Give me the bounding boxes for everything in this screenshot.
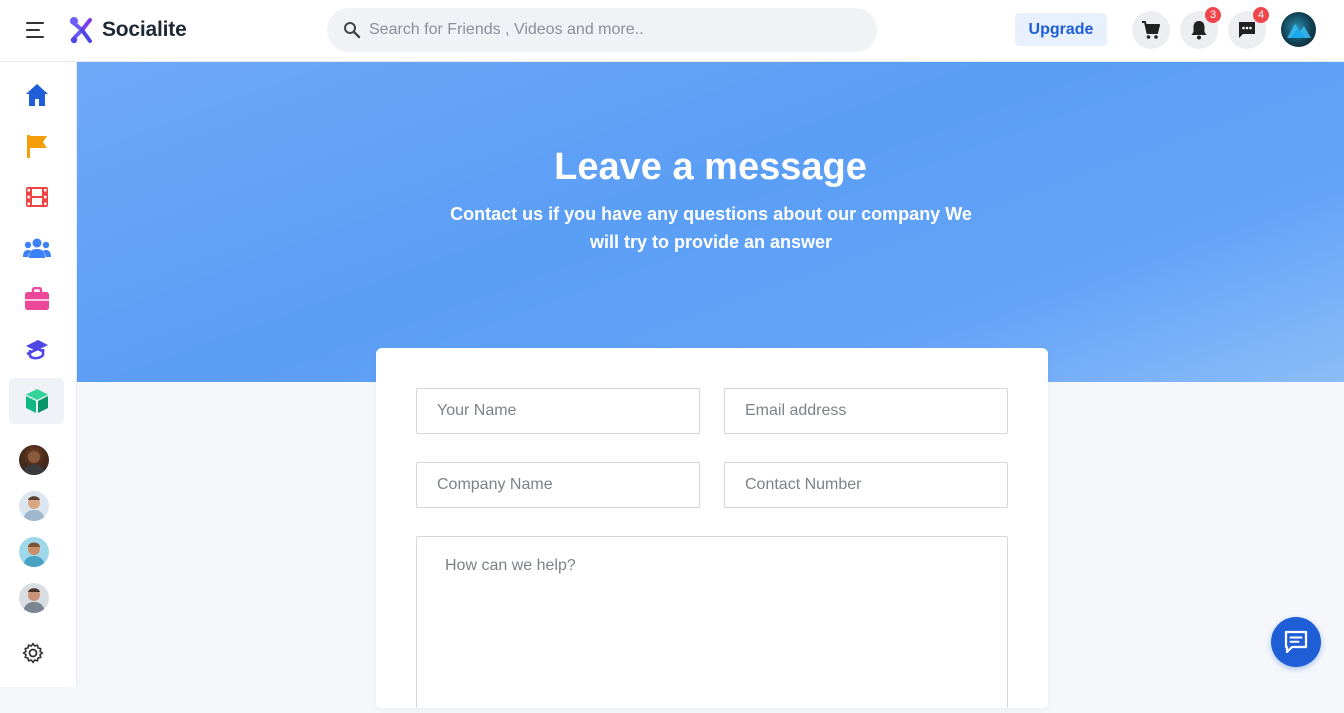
contact-form-card <box>376 348 1048 708</box>
phone-field <box>724 462 1008 508</box>
briefcase-icon <box>24 287 49 310</box>
sidebar-item-settings[interactable] <box>6 630 60 676</box>
chat-bubble-icon <box>1239 22 1255 38</box>
cart-button[interactable] <box>1132 11 1170 49</box>
contact-avatar-4[interactable] <box>19 583 49 613</box>
page-title: Leave a message <box>554 146 867 188</box>
sidebar-item-pages[interactable] <box>9 123 64 169</box>
live-chat-button[interactable] <box>1271 617 1321 667</box>
brand-name: Socialite <box>102 18 187 41</box>
user-avatar[interactable] <box>1281 12 1316 47</box>
contact-avatar-2[interactable] <box>19 491 49 521</box>
notifications-button[interactable]: 3 <box>1180 7 1221 49</box>
search-icon <box>344 22 361 39</box>
person-avatar-icon <box>23 542 45 567</box>
flag-icon <box>26 135 47 158</box>
person-avatar-icon <box>23 496 45 521</box>
sidebar-item-videos[interactable] <box>9 174 64 220</box>
cart-icon <box>1142 21 1160 39</box>
bell-icon <box>1191 21 1207 40</box>
sidebar-item-products[interactable] <box>9 378 64 424</box>
sidebar-item-courses[interactable] <box>9 327 64 373</box>
sidebar-item-jobs[interactable] <box>9 276 64 322</box>
phone-input[interactable] <box>725 463 1007 507</box>
search-input[interactable] <box>369 21 849 39</box>
person-avatar-icon <box>23 451 45 475</box>
messages-button[interactable]: 4 <box>1228 7 1269 49</box>
email-field <box>724 388 1008 434</box>
company-field <box>416 462 700 508</box>
hero-banner: Leave a message Contact us if you have a… <box>77 62 1344 382</box>
upgrade-button[interactable]: Upgrade <box>1015 13 1107 46</box>
users-icon <box>22 238 51 258</box>
notifications-badge: 3 <box>1205 7 1221 23</box>
company-input[interactable] <box>417 463 699 507</box>
name-input[interactable] <box>417 389 699 433</box>
avatar-image-icon <box>1287 24 1311 38</box>
sidebar-item-home[interactable] <box>9 72 64 118</box>
search-bar[interactable] <box>327 8 877 52</box>
person-avatar-icon <box>23 588 45 613</box>
chat-icon <box>1284 630 1308 654</box>
menu-icon[interactable] <box>26 20 48 40</box>
contact-avatar-1[interactable] <box>19 445 49 475</box>
contact-avatar-3[interactable] <box>19 537 49 567</box>
message-field <box>416 536 1008 708</box>
name-field <box>416 388 700 434</box>
home-icon <box>25 84 48 106</box>
cube-icon <box>25 389 48 413</box>
email-input[interactable] <box>725 389 1007 433</box>
top-header: Socialite Upgrade 3 4 <box>0 0 1344 62</box>
left-sidebar <box>0 62 77 687</box>
brand-logo[interactable]: Socialite <box>68 14 187 46</box>
graduation-cap-icon <box>25 340 48 360</box>
socialite-logo-icon <box>70 17 92 44</box>
gear-icon <box>22 642 44 664</box>
film-icon <box>25 187 48 207</box>
page-subtitle: Contact us if you have any questions abo… <box>450 204 972 252</box>
messages-badge: 4 <box>1253 7 1269 23</box>
sidebar-item-groups[interactable] <box>9 225 64 271</box>
message-textarea[interactable] <box>417 537 1007 708</box>
